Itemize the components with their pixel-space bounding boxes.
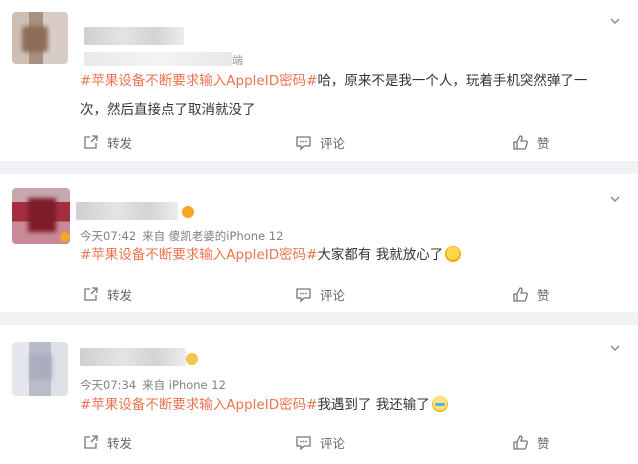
chevron-down-icon[interactable] — [610, 343, 620, 353]
username-blurred[interactable] — [80, 348, 186, 366]
topic-tag[interactable]: #苹果设备不断要求输入AppleID密码# — [80, 247, 317, 263]
comment-body: 我遇到了 我还输了 — [317, 397, 430, 413]
comment-button[interactable]: 评论 — [295, 433, 345, 452]
post-source: 来自 iPhone 12 — [142, 378, 226, 392]
member-badge-icon — [182, 206, 194, 218]
share-button[interactable]: 转发 — [82, 285, 132, 304]
comment-card-1: 端 #苹果设备不断要求输入AppleID密码#哈，原来不是我一个人，玩着手机突然… — [0, 0, 638, 161]
comment-label: 评论 — [320, 288, 346, 303]
like-button[interactable]: 赞 — [512, 133, 550, 152]
comment-icon — [296, 436, 311, 451]
action-bar: 转发 评论 赞 — [0, 285, 638, 305]
like-label: 赞 — [537, 288, 550, 303]
post-source: 来自 傻凯老婆的iPhone 12 — [142, 229, 284, 243]
chevron-down-icon[interactable] — [610, 194, 620, 204]
comment-text: #苹果设备不断要求输入AppleID密码#大家都有 我就放心了 — [80, 242, 610, 268]
comment-button[interactable]: 评论 — [295, 285, 345, 304]
comment-body: 大家都有 我就放心了 — [317, 247, 444, 263]
username-blurred[interactable] — [76, 202, 178, 220]
hug-emoji-icon — [445, 246, 462, 262]
username-blurred[interactable] — [84, 27, 184, 45]
share-button[interactable]: 转发 — [82, 433, 132, 452]
avatar[interactable] — [12, 342, 68, 396]
share-icon — [84, 135, 98, 149]
like-icon — [513, 287, 528, 302]
comment-text: #苹果设备不断要求输入AppleID密码#我遇到了 我还输了 — [80, 392, 610, 418]
like-button[interactable]: 赞 — [512, 285, 550, 304]
member-badge-icon — [186, 353, 198, 365]
verified-badge-icon — [60, 232, 70, 242]
comment-icon — [296, 288, 311, 303]
topic-tag[interactable]: #苹果设备不断要求输入AppleID密码# — [80, 397, 317, 413]
comment-card-2: 今天07:42 来自 傻凯老婆的iPhone 12 #苹果设备不断要求输入Appl… — [0, 174, 638, 312]
action-bar: 转发 评论 赞 — [0, 433, 638, 453]
share-icon — [84, 435, 98, 449]
share-icon — [84, 287, 98, 301]
comment-label: 评论 — [320, 436, 346, 451]
like-icon — [513, 435, 528, 450]
like-label: 赞 — [537, 436, 550, 451]
comment-card-3: 今天07:34 来自 iPhone 12 #苹果设备不断要求输入AppleID密码… — [0, 325, 638, 464]
comment-label: 评论 — [320, 136, 346, 151]
share-label: 转发 — [107, 136, 133, 151]
avatar[interactable] — [12, 12, 68, 64]
cry-emoji-icon — [431, 396, 448, 412]
share-button[interactable]: 转发 — [82, 133, 132, 152]
client-suffix: 端 — [232, 54, 243, 67]
like-icon — [513, 135, 528, 150]
post-meta: 今天07:34 来自 iPhone 12 — [80, 377, 232, 393]
post-time: 今天07:42 — [80, 229, 137, 243]
like-button[interactable]: 赞 — [512, 433, 550, 452]
action-bar: 转发 评论 赞 — [0, 133, 638, 153]
comment-icon — [296, 136, 311, 151]
post-time: 今天07:34 — [80, 378, 137, 392]
share-label: 转发 — [107, 436, 133, 451]
share-label: 转发 — [107, 288, 133, 303]
meta-blurred — [84, 52, 232, 66]
chevron-down-icon[interactable] — [610, 16, 620, 26]
like-label: 赞 — [537, 136, 550, 151]
topic-tag[interactable]: #苹果设备不断要求输入AppleID密码# — [80, 73, 317, 89]
comment-text: #苹果设备不断要求输入AppleID密码#哈，原来不是我一个人，玩着手机突然弹了… — [80, 67, 610, 125]
comment-button[interactable]: 评论 — [295, 133, 345, 152]
